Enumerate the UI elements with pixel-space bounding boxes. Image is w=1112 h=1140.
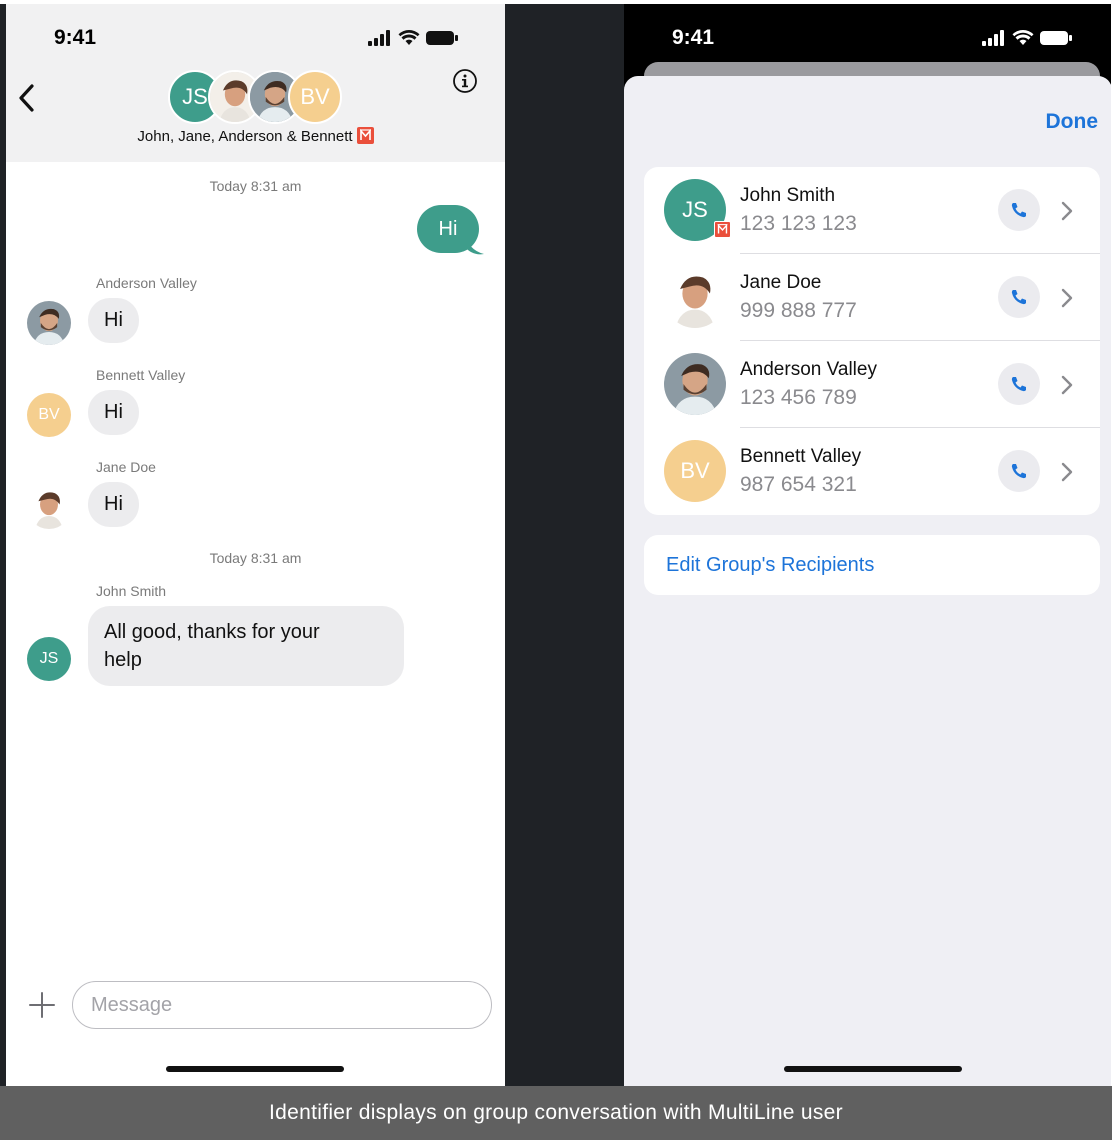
contact-name: Bennett Valley [740, 446, 862, 467]
group-details-screen: 9:41 Done JS John Smith 123 123 123 Jane… [624, 4, 1112, 1086]
caption-bar: Identifier displays on group conversatio… [0, 1086, 1112, 1140]
chevron-right-icon [1061, 288, 1073, 308]
status-icons [982, 30, 1072, 46]
contact-name: John Smith [740, 185, 836, 206]
contact-number: 987 654 321 [740, 473, 857, 496]
incoming-message-bubble[interactable]: Hi [88, 482, 139, 527]
call-button[interactable] [998, 189, 1040, 231]
signal-icon [368, 30, 390, 46]
phone-icon [1011, 464, 1026, 479]
group-name-text: John, Jane, Anderson & Bennett [137, 128, 353, 145]
signal-icon [982, 30, 1004, 46]
contact-avatar [664, 266, 726, 328]
message-text-line: All good, thanks for your [104, 621, 320, 643]
chevron-right-icon [1061, 462, 1073, 482]
contact-avatar [664, 353, 726, 415]
person-photo-icon [664, 353, 726, 415]
sender-name: Jane Doe [96, 459, 156, 475]
done-button[interactable]: Done [1046, 110, 1099, 134]
phone-icon [1011, 377, 1026, 392]
home-indicator [784, 1066, 962, 1072]
timestamp: Today 8:31 am [209, 178, 302, 194]
call-button[interactable] [998, 450, 1040, 492]
incoming-message-bubble[interactable]: Hi [88, 390, 139, 435]
message-text: Hi [104, 493, 123, 515]
sender-name: Bennett Valley [96, 367, 186, 383]
person-photo-icon [664, 266, 726, 328]
conversation-screen: 9:41 JS BV John, Jane, Anderson & Bennet… [6, 4, 505, 1086]
contact-row-john-smith[interactable]: JS John Smith 123 123 123 [644, 167, 1100, 254]
phone-icon [1011, 290, 1026, 305]
outgoing-message-text: Hi [438, 217, 458, 240]
status-time: 9:41 [672, 26, 715, 49]
recipients-list: JS John Smith 123 123 123 Jane Doe 999 8… [644, 167, 1100, 515]
message-avatar-bennett: BV [27, 393, 71, 437]
contact-name: Anderson Valley [740, 359, 877, 380]
battery-icon [1040, 31, 1072, 45]
message-avatar-john: JS [27, 637, 71, 681]
contact-number: 123 456 789 [740, 386, 857, 409]
wifi-icon [398, 30, 420, 45]
message-text: Hi [104, 401, 123, 423]
person-photo-icon [27, 301, 71, 345]
status-icons [368, 30, 458, 46]
call-button[interactable] [998, 363, 1040, 405]
back-chevron-icon[interactable] [12, 80, 42, 116]
battery-icon [426, 31, 458, 45]
multiline-badge-icon [714, 221, 731, 238]
group-avatars[interactable]: JS BV [168, 70, 348, 126]
call-button[interactable] [998, 276, 1040, 318]
chevron-right-icon [1061, 375, 1073, 395]
home-indicator [166, 1066, 344, 1072]
caption-text: Identifier displays on group conversatio… [269, 1101, 843, 1124]
message-avatar-jane [27, 485, 71, 529]
contact-row-jane-doe[interactable]: Jane Doe 999 888 777 [644, 254, 1100, 341]
incoming-message-bubble[interactable]: All good, thanks for your help [88, 606, 404, 686]
group-name-label[interactable]: John, Jane, Anderson & Bennett [6, 127, 505, 145]
contact-number: 999 888 777 [740, 299, 857, 322]
chevron-right-icon [1061, 201, 1073, 221]
message-avatar-anderson [27, 301, 71, 345]
status-time: 9:41 [54, 26, 97, 49]
contact-number: 123 123 123 [740, 212, 857, 235]
contact-row-anderson-valley[interactable]: Anderson Valley 123 456 789 [644, 341, 1100, 428]
edit-recipients-card: Edit Group's Recipients [644, 535, 1100, 595]
timestamp: Today 8:31 am [209, 550, 302, 566]
conversation-header: 9:41 JS BV John, Jane, Anderson & Bennet… [6, 4, 505, 162]
message-text-line: help [104, 649, 142, 671]
phone-icon [1011, 203, 1026, 218]
contact-avatar: BV [664, 440, 726, 502]
avatar-bennett-valley: BV [288, 70, 342, 124]
incoming-message-bubble[interactable]: Hi [88, 298, 139, 343]
plus-icon[interactable] [28, 991, 56, 1019]
wifi-icon [1012, 30, 1034, 45]
sender-name: John Smith [96, 583, 167, 599]
sender-name: Anderson Valley [96, 275, 197, 291]
contact-row-bennett-valley[interactable]: BV Bennett Valley 987 654 321 [644, 428, 1100, 515]
info-icon[interactable] [452, 68, 478, 94]
edit-recipients-button[interactable]: Edit Group's Recipients [666, 554, 874, 577]
person-photo-icon [27, 485, 71, 529]
message-input[interactable] [72, 981, 492, 1029]
screenshot-canvas: 9:41 JS BV John, Jane, Anderson & Bennet… [0, 0, 1112, 1140]
message-text: Hi [104, 309, 123, 331]
bubble-tail-icon [464, 232, 484, 255]
contact-name: Jane Doe [740, 272, 822, 293]
multiline-badge-icon [356, 127, 374, 144]
